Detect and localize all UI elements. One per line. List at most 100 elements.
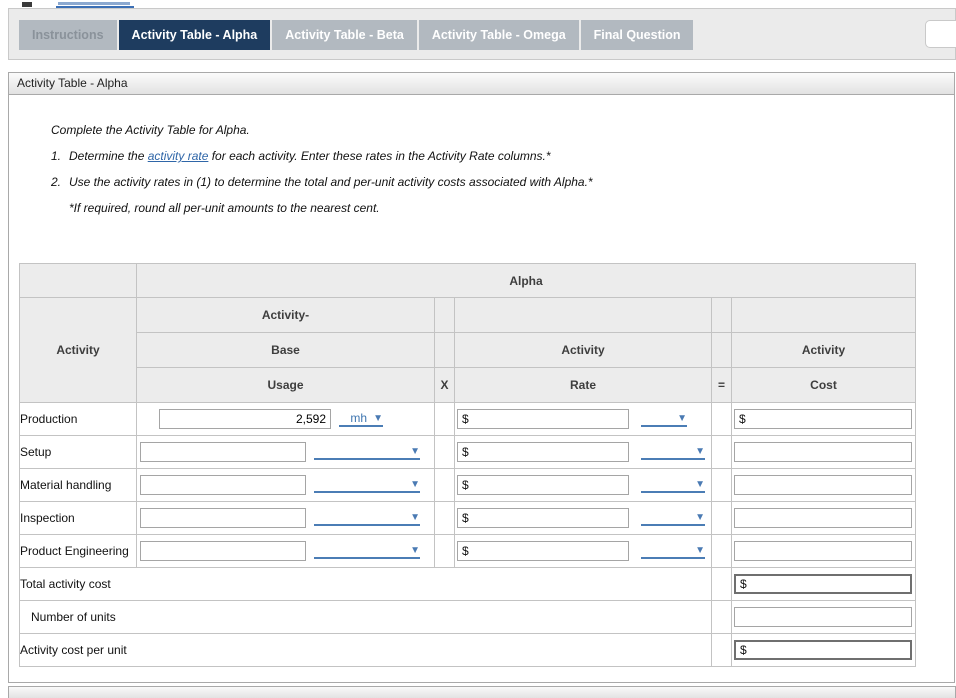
- rate-input-production[interactable]: [468, 410, 624, 428]
- cost-input-production[interactable]: [745, 410, 907, 428]
- activity-table: Alpha Activity Activity- Base Activity A…: [19, 263, 916, 667]
- total-activity-cost-box[interactable]: $: [734, 574, 912, 594]
- header-x-spacer: [434, 297, 455, 333]
- dollar-sign: $: [462, 445, 469, 459]
- header-cost-spacer: [731, 297, 916, 333]
- rate-input-product-engineering[interactable]: [468, 542, 624, 560]
- rate-dropdown-product-engineering[interactable]: ▼: [641, 543, 705, 559]
- usage-unit-dropdown-inspection[interactable]: ▼: [314, 510, 420, 526]
- header-activity-column: Activity: [19, 297, 137, 403]
- rate-input-inspection[interactable]: [468, 509, 624, 527]
- cost-cell-total: $: [731, 567, 916, 601]
- step-1-post: for each activity. Enter these rates in …: [208, 149, 551, 163]
- header-rate-line1: Activity: [454, 332, 712, 368]
- multiply-cell: [434, 435, 455, 469]
- tab-activity-table-omega[interactable]: Activity Table - Omega: [418, 20, 579, 50]
- header-cost-line2: Cost: [731, 367, 916, 403]
- instructions-block: Complete the Activity Table for Alpha. 1…: [51, 123, 593, 215]
- activity-cost-per-unit-input[interactable]: [746, 642, 906, 658]
- rate-input-box-setup[interactable]: $: [457, 442, 629, 462]
- rate-input-material-handling[interactable]: [468, 476, 624, 494]
- cost-input-box-production[interactable]: $: [734, 409, 912, 429]
- total-activity-cost-input[interactable]: [746, 576, 906, 592]
- rate-input-box-material-handling[interactable]: $: [457, 475, 629, 495]
- rate-dropdown-production[interactable]: ▼: [641, 411, 687, 427]
- row-label-inspection: Inspection: [19, 501, 137, 535]
- row-label-activity-cost-per-unit: Activity cost per unit: [19, 633, 712, 667]
- equals-cell: [711, 600, 732, 634]
- header-usage-line3: Usage: [136, 367, 435, 403]
- equals-cell: [711, 501, 732, 535]
- cost-input-product-engineering[interactable]: [739, 542, 907, 560]
- clipped-page-text: [0, 0, 300, 8]
- multiply-cell: [434, 501, 455, 535]
- cost-input-material-handling[interactable]: [739, 476, 907, 494]
- equals-cell: [711, 633, 732, 667]
- equals-cell: [711, 402, 732, 436]
- dollar-sign: $: [462, 478, 469, 492]
- rate-dropdown-material-handling[interactable]: ▼: [641, 477, 705, 493]
- usage-unit-dropdown-production[interactable]: mh ▼: [339, 411, 383, 427]
- rate-input-box-production[interactable]: $: [457, 409, 629, 429]
- rate-input-setup[interactable]: [468, 443, 624, 461]
- dollar-sign: $: [462, 511, 469, 525]
- usage-input-setup[interactable]: [140, 442, 306, 462]
- cost-cell-product-engineering: [731, 534, 916, 568]
- step-2-text: Use the activity rates in (1) to determi…: [69, 175, 593, 189]
- row-label-production: Production: [19, 402, 137, 436]
- rate-input-box-product-engineering[interactable]: $: [457, 541, 629, 561]
- chevron-down-icon: ▼: [410, 446, 420, 457]
- usage-input-product-engineering[interactable]: [140, 541, 306, 561]
- panel-header: Activity Table - Alpha: [9, 73, 954, 95]
- cost-cell-setup: [731, 435, 916, 469]
- usage-input-material-handling[interactable]: [140, 475, 306, 495]
- chevron-down-icon: ▼: [373, 413, 383, 424]
- cost-input-box-product-engineering[interactable]: [734, 541, 912, 561]
- rate-dropdown-setup[interactable]: ▼: [641, 444, 705, 460]
- usage-unit-dropdown-setup[interactable]: ▼: [314, 444, 420, 460]
- rate-dropdown-inspection[interactable]: ▼: [641, 510, 705, 526]
- tab-final-question[interactable]: Final Question: [580, 20, 694, 50]
- row-label-material-handling: Material handling: [19, 468, 137, 502]
- usage-cell-material-handling: ▼: [136, 468, 435, 502]
- tab-activity-table-alpha[interactable]: Activity Table - Alpha: [118, 20, 271, 50]
- usage-unit-dropdown-material-handling[interactable]: ▼: [314, 477, 420, 493]
- usage-input-inspection[interactable]: [140, 508, 306, 528]
- cost-cell-number-of-units: [731, 600, 916, 634]
- instructions-intro: Complete the Activity Table for Alpha.: [51, 123, 250, 137]
- usage-cell-inspection: ▼: [136, 501, 435, 535]
- row-label-total-activity-cost: Total activity cost: [19, 567, 712, 601]
- header-rate-spacer: [454, 297, 712, 333]
- cost-input-setup[interactable]: [739, 443, 907, 461]
- cost-cell-inspection: [731, 501, 916, 535]
- cost-cell-production: $: [731, 402, 916, 436]
- usage-unit-dropdown-product-engineering[interactable]: ▼: [314, 543, 420, 559]
- step-2-number: 2.: [51, 175, 62, 189]
- activity-cost-per-unit-box[interactable]: $: [734, 640, 912, 660]
- cost-input-inspection[interactable]: [739, 509, 907, 527]
- tab-bar: Instructions Activity Table - Alpha Acti…: [8, 8, 956, 60]
- header-rate-line2: Rate: [454, 367, 712, 403]
- cost-input-box-setup[interactable]: [734, 442, 912, 462]
- tab-instructions[interactable]: Instructions: [19, 20, 117, 50]
- activity-table-panel: Activity Table - Alpha Complete the Acti…: [8, 72, 955, 683]
- cost-input-box-inspection[interactable]: [734, 508, 912, 528]
- cost-input-box-material-handling[interactable]: [734, 475, 912, 495]
- tab-activity-table-beta[interactable]: Activity Table - Beta: [272, 20, 417, 50]
- next-section-header-partial: [8, 686, 956, 698]
- clipped-link-fragment: [58, 2, 130, 5]
- panel-title: Activity Table - Alpha: [17, 76, 128, 90]
- dollar-sign: $: [739, 412, 746, 426]
- number-of-units-input[interactable]: [734, 607, 912, 627]
- partial-corner-button[interactable]: [925, 20, 956, 48]
- step-1-number: 1.: [51, 149, 62, 163]
- usage-input-production[interactable]: [159, 409, 331, 429]
- header-group-alpha: Alpha: [136, 263, 916, 298]
- row-label-number-of-units: Number of units: [19, 600, 712, 634]
- header-multiply-symbol: X: [434, 367, 455, 403]
- chevron-down-icon: ▼: [695, 545, 705, 556]
- rate-input-box-inspection[interactable]: $: [457, 508, 629, 528]
- instruction-step-1: 1. Determine the activity rate for each …: [51, 149, 593, 163]
- tab-strip: Instructions Activity Table - Alpha Acti…: [19, 20, 694, 50]
- activity-rate-link[interactable]: activity rate: [148, 149, 209, 163]
